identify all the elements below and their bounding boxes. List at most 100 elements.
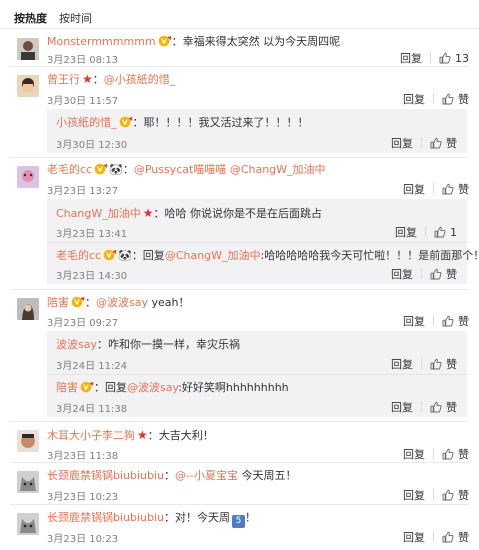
like-button[interactable]: 赞 [442, 315, 469, 328]
mention-link[interactable]: @波波say [96, 296, 148, 309]
star-icon: ★ [82, 72, 93, 86]
comment-user[interactable]: 木耳大小子李二狗 [47, 429, 135, 442]
comment-user[interactable]: 长颈鹿禁锅锅biubiubiu [47, 511, 164, 524]
avatar[interactable] [17, 298, 39, 320]
mention-link[interactable]: @小孩紙的惜_ [104, 73, 176, 86]
tab-time[interactable]: 按时间 [59, 10, 92, 26]
thumbs-up-icon [442, 183, 454, 195]
vip-badge-icon [158, 35, 172, 47]
reply-user[interactable]: 陪害 [56, 381, 78, 394]
avatar[interactable] [17, 38, 39, 60]
avatar[interactable] [17, 430, 39, 452]
mention-link[interactable]: @ChangW_加油中 [230, 163, 326, 176]
comment-actions: 回复 赞 [403, 91, 469, 107]
reply-button[interactable]: 回复 [391, 358, 413, 371]
reply-button[interactable]: 回复 [403, 489, 425, 502]
reply-content: 陪害 ：回复@波波say:好好笑啊hhhhhhhhh [56, 381, 289, 394]
comment-content: Monstermmmmmm ：幸福来得太突然 以为今天周四呢 [47, 35, 341, 48]
like-button[interactable]: 赞 [430, 137, 457, 150]
reply-button[interactable]: 回复 [391, 268, 413, 281]
like-button[interactable]: 13 [439, 52, 469, 65]
tabs-divider [0, 28, 479, 29]
comment-user[interactable]: 曾王行 [47, 73, 80, 86]
comment-time: 3月23日 13:27 [47, 186, 119, 197]
comment-time: 3月23日 10:23 [47, 492, 119, 503]
like-button[interactable]: 赞 [430, 268, 457, 281]
reply-user[interactable]: ChangW_加油中 [56, 207, 141, 220]
comment-content: 陪害 ：@波波say yeah！ [47, 296, 190, 309]
reply-button[interactable]: 回复 [400, 50, 422, 66]
mention-link[interactable]: @波波say [127, 381, 178, 394]
reply-user[interactable]: 小孩紙的惜_ [56, 116, 117, 129]
like-button[interactable]: 赞 [430, 401, 457, 414]
reply-actions: 回复 赞 [391, 266, 457, 282]
comment-actions: 回复 赞 [403, 446, 469, 462]
mention-link[interactable]: @ChangW_加油中 [165, 249, 261, 262]
thumbs-up-icon [430, 137, 442, 149]
reply-button[interactable]: 回复 [395, 226, 417, 239]
thumbs-up-icon [439, 52, 451, 64]
like-button[interactable]: 赞 [442, 531, 469, 544]
comment-time: 3月23日 08:13 [47, 55, 119, 66]
like-button[interactable]: 赞 [442, 93, 469, 106]
thumbs-up-icon [442, 448, 454, 460]
reply-button[interactable]: 回复 [403, 531, 425, 544]
reply-time: 3月24日 11:24 [56, 361, 128, 372]
thumbs-up-icon [434, 226, 446, 238]
comment-actions: 回复 赞 [403, 181, 469, 197]
comment-actions: 回复 赞 [403, 487, 469, 503]
reply-actions: 回复 1 [395, 224, 457, 240]
reply-actions: 回复 赞 [391, 135, 457, 151]
divider [10, 462, 469, 463]
reply-box: ChangW_加油中 ★：哈哈 你说说你是不是在后面跳占 3月23日 13:41 … [47, 199, 479, 284]
comment-actions: 回复 13 [400, 50, 469, 66]
like-button[interactable]: 1 [434, 226, 457, 239]
like-button[interactable]: 赞 [442, 448, 469, 461]
reply-button[interactable]: 回复 [403, 448, 425, 461]
avatar[interactable] [17, 513, 39, 535]
reply-actions: 回复 赞 [391, 399, 457, 415]
comment-user[interactable]: 陪害 [47, 296, 69, 309]
reply-button[interactable]: 回复 [403, 93, 425, 106]
star-icon: ★ [137, 428, 148, 442]
divider [10, 289, 469, 290]
comment-text: 大吉大利！ [158, 429, 214, 442]
reply-user[interactable]: 老毛的cc [56, 249, 101, 262]
comment-content: 木耳大小子李二狗 ★：大吉大利！ [47, 428, 214, 442]
divider [10, 66, 469, 67]
mention-link[interactable]: @Pussycat喵喵喵 [134, 163, 227, 176]
like-button[interactable]: 赞 [442, 489, 469, 502]
avatar[interactable] [17, 471, 39, 493]
vip-badge-icon [119, 116, 133, 128]
divider [47, 242, 467, 243]
comment-content: 老毛的cc 🐼：@Pussycat喵喵喵 @ChangW_加油中 [47, 163, 326, 176]
reply-button[interactable]: 回复 [391, 137, 413, 150]
reply-actions: 回复 赞 [391, 356, 457, 372]
number-five-emoji-icon: 5 [232, 515, 246, 528]
avatar[interactable] [17, 166, 39, 188]
reply-content: 波波say：咋和你一摸一样，幸灾乐祸 [56, 338, 240, 351]
comment-user[interactable]: Monstermmmmmm [47, 35, 156, 48]
reply-box: 小孩紙的惜_ ：耶！！！！我又活过来了！！！！ 3月30日 12:30 回复 赞 [47, 109, 467, 153]
panda-icon: 🐼 [118, 249, 132, 262]
star-icon: ★ [142, 206, 154, 220]
comment-user[interactable]: 老毛的cc [47, 163, 92, 176]
comment-user[interactable]: 长颈鹿禁锅锅biubiubiu [47, 469, 164, 482]
like-button[interactable]: 赞 [430, 358, 457, 371]
reply-button[interactable]: 回复 [391, 401, 413, 414]
like-button[interactable]: 赞 [442, 183, 469, 196]
thumbs-up-icon [430, 401, 442, 413]
reply-button[interactable]: 回复 [403, 183, 425, 196]
tab-hot[interactable]: 按热度 [14, 10, 47, 26]
mention-link[interactable]: @--小夏宝宝 [175, 469, 238, 482]
thumbs-up-icon [430, 358, 442, 370]
sort-tabs: 按热度 按时间 [0, 0, 479, 30]
divider [10, 157, 469, 158]
comment-content: 长颈鹿禁锅锅biubiubiu：@--小夏宝宝 今天周五！ [47, 469, 297, 482]
thumbs-up-icon [442, 315, 454, 327]
reply-button[interactable]: 回复 [403, 315, 425, 328]
vip-badge-icon [71, 296, 85, 308]
vip-badge-icon [94, 163, 108, 175]
reply-user[interactable]: 波波say [56, 338, 97, 351]
avatar[interactable] [17, 75, 39, 97]
